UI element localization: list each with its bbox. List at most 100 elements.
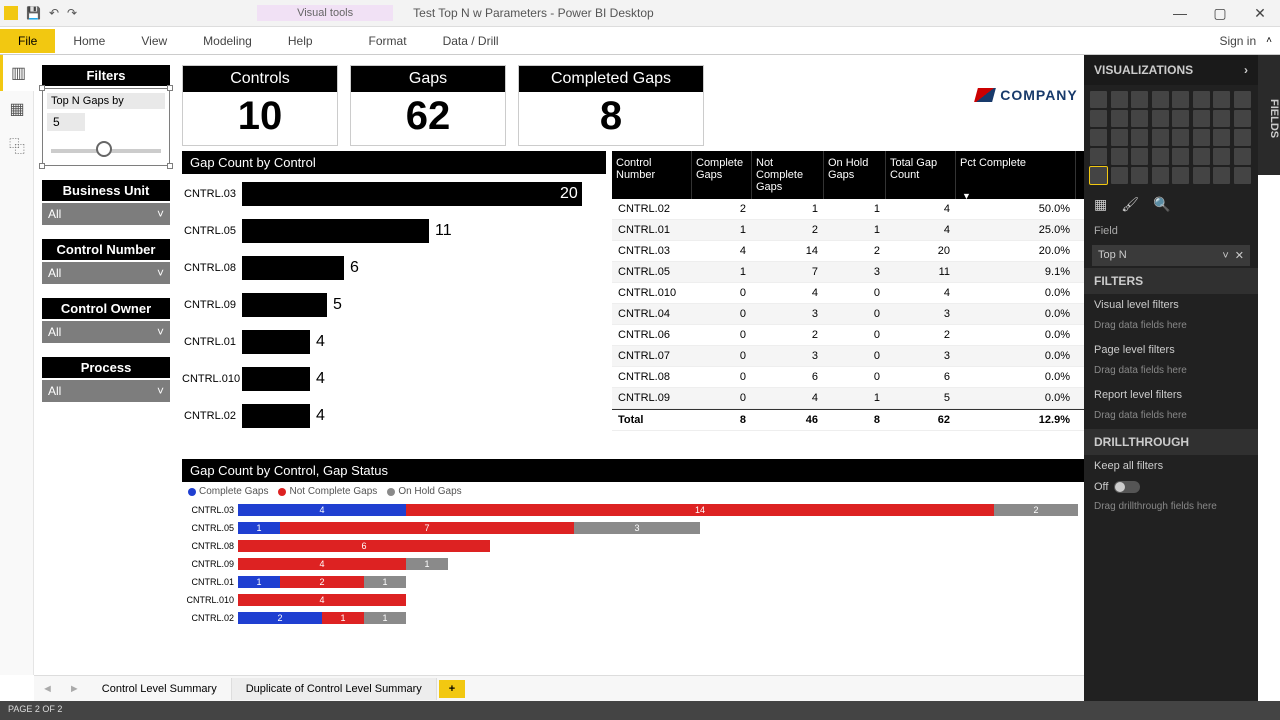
pane-title: VISUALIZATIONS xyxy=(1094,63,1193,77)
data-view-icon[interactable]: ▦ xyxy=(0,91,34,127)
field-well-item[interactable]: Top N ˅✕ xyxy=(1092,245,1250,266)
tab-home[interactable]: Home xyxy=(55,29,123,53)
topn-label: Top N Gaps by xyxy=(47,93,165,109)
maximize-icon[interactable]: ▢ xyxy=(1200,5,1240,22)
bar-row[interactable]: CNTRL.010 4 xyxy=(182,361,606,396)
table-row[interactable]: CNTRL.0517 3119.1% xyxy=(612,262,1096,283)
field-well-label: Field xyxy=(1084,219,1258,243)
add-page-button[interactable]: + xyxy=(439,680,465,698)
table-row[interactable]: CNTRL.0403 030.0% xyxy=(612,304,1096,325)
bar-row[interactable]: CNTRL.08 6 xyxy=(182,250,606,285)
page-level-filters[interactable]: Page level filters xyxy=(1084,339,1258,361)
minimize-icon[interactable]: — xyxy=(1160,5,1200,22)
stacked-bar-row[interactable]: CNTRL.0941 xyxy=(182,555,1096,573)
table-row[interactable]: CNTRL.0602 020.0% xyxy=(612,325,1096,346)
kpi-label: Controls xyxy=(183,66,337,92)
kpi-controls[interactable]: Controls 10 xyxy=(182,65,338,146)
topn-value[interactable]: 5 xyxy=(47,113,85,131)
fields-well-icon[interactable]: ▦ xyxy=(1094,196,1107,213)
slicer-process: Process All˅ xyxy=(42,357,170,402)
stacked-bar-row[interactable]: CNTRL.086 xyxy=(182,537,1096,555)
gap-count-bar-chart[interactable]: Gap Count by Control CNTRL.03 20 CNTRL.0… xyxy=(182,151,606,451)
bar-row[interactable]: CNTRL.05 11 xyxy=(182,213,606,248)
tab-view[interactable]: View xyxy=(123,29,185,53)
visualizations-pane: VISUALIZATIONS› ▦ 🖌 🔍 Field Top N ˅✕ FIL… xyxy=(1084,55,1258,701)
page-tab-2[interactable]: Duplicate of Control Level Summary xyxy=(232,678,437,700)
save-icon[interactable]: 💾 xyxy=(26,6,41,20)
bar-row[interactable]: CNTRL.09 5 xyxy=(182,287,606,322)
sort-desc-icon[interactable]: ▼ xyxy=(962,191,971,201)
slicer-dropdown[interactable]: All˅ xyxy=(42,380,170,402)
stacked-bar-chart[interactable]: Gap Count by Control, Gap Status Complet… xyxy=(182,459,1096,627)
page-tabs: ◄ ► Control Level Summary Duplicate of C… xyxy=(34,675,1106,701)
field-menu-icon[interactable]: ˅ xyxy=(1222,250,1228,262)
redo-icon[interactable]: ↷ xyxy=(67,6,77,20)
topn-slicer[interactable]: Top N Gaps by 5 xyxy=(42,88,170,166)
drillthrough-drop-zone[interactable]: Drag drillthrough fields here xyxy=(1084,497,1258,520)
tab-data-drill[interactable]: Data / Drill xyxy=(425,29,517,53)
table-row[interactable]: CNTRL.0806 060.0% xyxy=(612,367,1096,388)
visual-type-grid[interactable] xyxy=(1084,85,1258,190)
kpi-gaps[interactable]: Gaps 62 xyxy=(350,65,506,146)
tab-modeling[interactable]: Modeling xyxy=(185,29,270,53)
fields-pane-collapsed[interactable]: FIELDS xyxy=(1258,55,1280,175)
visual-level-filters[interactable]: Visual level filters xyxy=(1084,294,1258,316)
kpi-completed-gaps[interactable]: Completed Gaps 8 xyxy=(518,65,704,146)
slicer-title: Control Owner xyxy=(42,298,170,319)
stacked-bar-row[interactable]: CNTRL.02211 xyxy=(182,609,1096,627)
remove-field-icon[interactable]: ✕ xyxy=(1235,250,1244,262)
slicer-control-owner: Control Owner All˅ xyxy=(42,298,170,343)
stacked-bar-row[interactable]: CNTRL.034142 xyxy=(182,501,1096,519)
kpi-value: 62 xyxy=(351,92,505,145)
stacked-bar-row[interactable]: CNTRL.05173 xyxy=(182,519,1096,537)
slicer-dropdown[interactable]: All˅ xyxy=(42,262,170,284)
next-page-icon[interactable]: ► xyxy=(61,683,88,695)
format-well-icon[interactable]: 🖌 xyxy=(1121,196,1139,213)
table-row[interactable]: CNTRL.0221 1450.0% xyxy=(612,199,1096,220)
report-level-filters[interactable]: Report level filters xyxy=(1084,384,1258,406)
table-row[interactable]: CNTRL.01004 040.0% xyxy=(612,283,1096,304)
page-tab-1[interactable]: Control Level Summary xyxy=(88,678,232,700)
keep-filters-toggle[interactable]: Off xyxy=(1084,477,1258,497)
drop-zone[interactable]: Drag data fields here xyxy=(1084,361,1258,384)
filters-section: FILTERS xyxy=(1084,268,1258,294)
kpi-value: 8 xyxy=(519,92,703,145)
pbi-icon xyxy=(4,6,18,20)
tab-help[interactable]: Help xyxy=(270,29,331,53)
kpi-row: Controls 10 Gaps 62 Completed Gaps 8 xyxy=(182,65,704,146)
view-rail: ▥ ▦ ⿻ xyxy=(0,55,34,675)
table-row[interactable]: CNTRL.0703 030.0% xyxy=(612,346,1096,367)
collapse-ribbon-icon[interactable]: ˄ xyxy=(1266,35,1272,46)
bar-row[interactable]: CNTRL.01 4 xyxy=(182,324,606,359)
prev-page-icon[interactable]: ◄ xyxy=(34,683,61,695)
table-row[interactable]: CNTRL.03414 22020.0% xyxy=(612,241,1096,262)
table-total-row: Total 8 46 8 62 12.9% xyxy=(612,409,1096,431)
window-title: Test Top N w Parameters - Power BI Deskt… xyxy=(413,6,654,20)
filters-title: Filters xyxy=(42,65,170,86)
model-view-icon[interactable]: ⿻ xyxy=(0,127,34,163)
bar-row[interactable]: CNTRL.02 4 xyxy=(182,398,606,433)
slicer-dropdown[interactable]: All˅ xyxy=(42,203,170,225)
stacked-bar-row[interactable]: CNTRL.01121 xyxy=(182,573,1096,591)
table-row[interactable]: CNTRL.0904 150.0% xyxy=(612,388,1096,409)
table-row[interactable]: CNTRL.0112 1425.0% xyxy=(612,220,1096,241)
analytics-well-icon[interactable]: 🔍 xyxy=(1153,196,1170,213)
keep-filters-label: Keep all filters xyxy=(1084,455,1258,477)
close-icon[interactable]: ✕ xyxy=(1240,5,1280,22)
chevron-down-icon: ˅ xyxy=(157,325,164,339)
filters-column: Filters Top N Gaps by 5 Business Unit Al… xyxy=(42,65,170,402)
bar-row[interactable]: CNTRL.03 20 xyxy=(182,176,606,211)
stacked-bar-row[interactable]: CNTRL.0104 xyxy=(182,591,1096,609)
drop-zone[interactable]: Drag data fields here xyxy=(1084,316,1258,339)
topn-slider[interactable] xyxy=(51,149,161,153)
collapse-pane-icon[interactable]: › xyxy=(1244,63,1248,77)
drop-zone[interactable]: Drag data fields here xyxy=(1084,406,1258,429)
file-tab[interactable]: File xyxy=(0,29,55,53)
slicer-dropdown[interactable]: All˅ xyxy=(42,321,170,343)
report-view-icon[interactable]: ▥ xyxy=(0,55,34,91)
gap-matrix-table[interactable]: Control Number Complete Gaps Not Complet… xyxy=(612,151,1096,431)
tab-format[interactable]: Format xyxy=(351,29,425,53)
undo-icon[interactable]: ↶ xyxy=(49,6,59,20)
report-canvas: Filters Top N Gaps by 5 Business Unit Al… xyxy=(34,55,1106,675)
sign-in-link[interactable]: Sign in xyxy=(1219,34,1256,48)
